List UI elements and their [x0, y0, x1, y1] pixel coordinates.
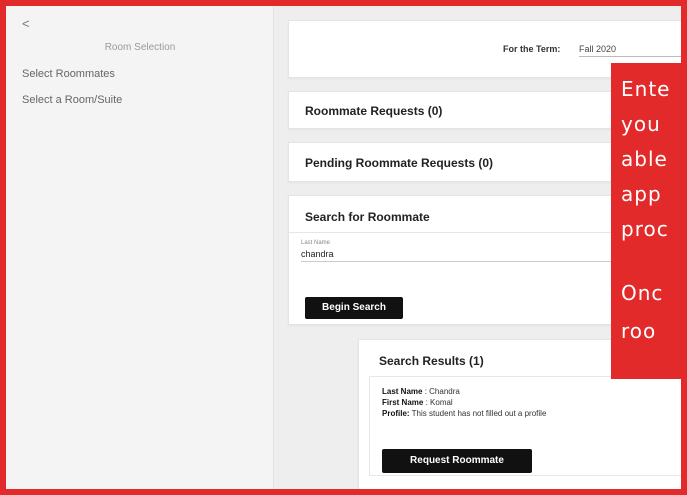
callout-line: Onc: [621, 281, 664, 305]
last-name-label: Last Name: [301, 240, 331, 246]
callout-line: roo: [621, 319, 657, 343]
callout-line: able: [621, 147, 668, 171]
result-card: Last Name : Chandra First Name : Komal P…: [369, 376, 681, 476]
result-profile: Profile: This student has not filled out…: [382, 409, 546, 418]
term-label: For the Term:: [503, 44, 561, 54]
result-first-name-value: : Komal: [423, 398, 453, 407]
term-select[interactable]: Fall 2020: [579, 44, 681, 57]
search-results-title: Search Results (1): [379, 354, 484, 368]
callout-line: you: [621, 112, 661, 136]
result-first-name-key: First Name: [382, 398, 424, 407]
result-profile-value: This student has not filled out a profil…: [409, 409, 547, 418]
result-first-name: First Name : Komal: [382, 398, 453, 407]
instruction-callout: Ente you able app proc Onc roo: [611, 63, 687, 379]
sidebar-item-select-room-suite[interactable]: Select a Room/Suite: [22, 94, 122, 106]
request-roommate-button[interactable]: Request Roommate: [382, 449, 532, 473]
pending-requests-title: Pending Roommate Requests (0): [305, 156, 494, 170]
sidebar: < Room Selection Select Roommates Select…: [6, 6, 274, 489]
callout-line: Ente: [621, 77, 671, 101]
sidebar-item-select-roommates[interactable]: Select Roommates: [22, 68, 115, 80]
search-roommate-title: Search for Roommate: [305, 210, 430, 224]
begin-search-button[interactable]: Begin Search: [305, 297, 403, 319]
callout-line: proc: [621, 217, 669, 241]
result-last-name-value: : Chandra: [422, 387, 460, 396]
app-window: < Room Selection Select Roommates Select…: [6, 6, 681, 489]
result-profile-key: Profile:: [382, 409, 410, 418]
result-last-name-key: Last Name: [382, 387, 423, 396]
callout-line: app: [621, 182, 662, 206]
sidebar-title: Room Selection: [104, 42, 176, 53]
back-icon[interactable]: <: [22, 16, 30, 31]
result-last-name: Last Name : Chandra: [382, 387, 460, 396]
roommate-requests-title: Roommate Requests (0): [305, 104, 443, 118]
